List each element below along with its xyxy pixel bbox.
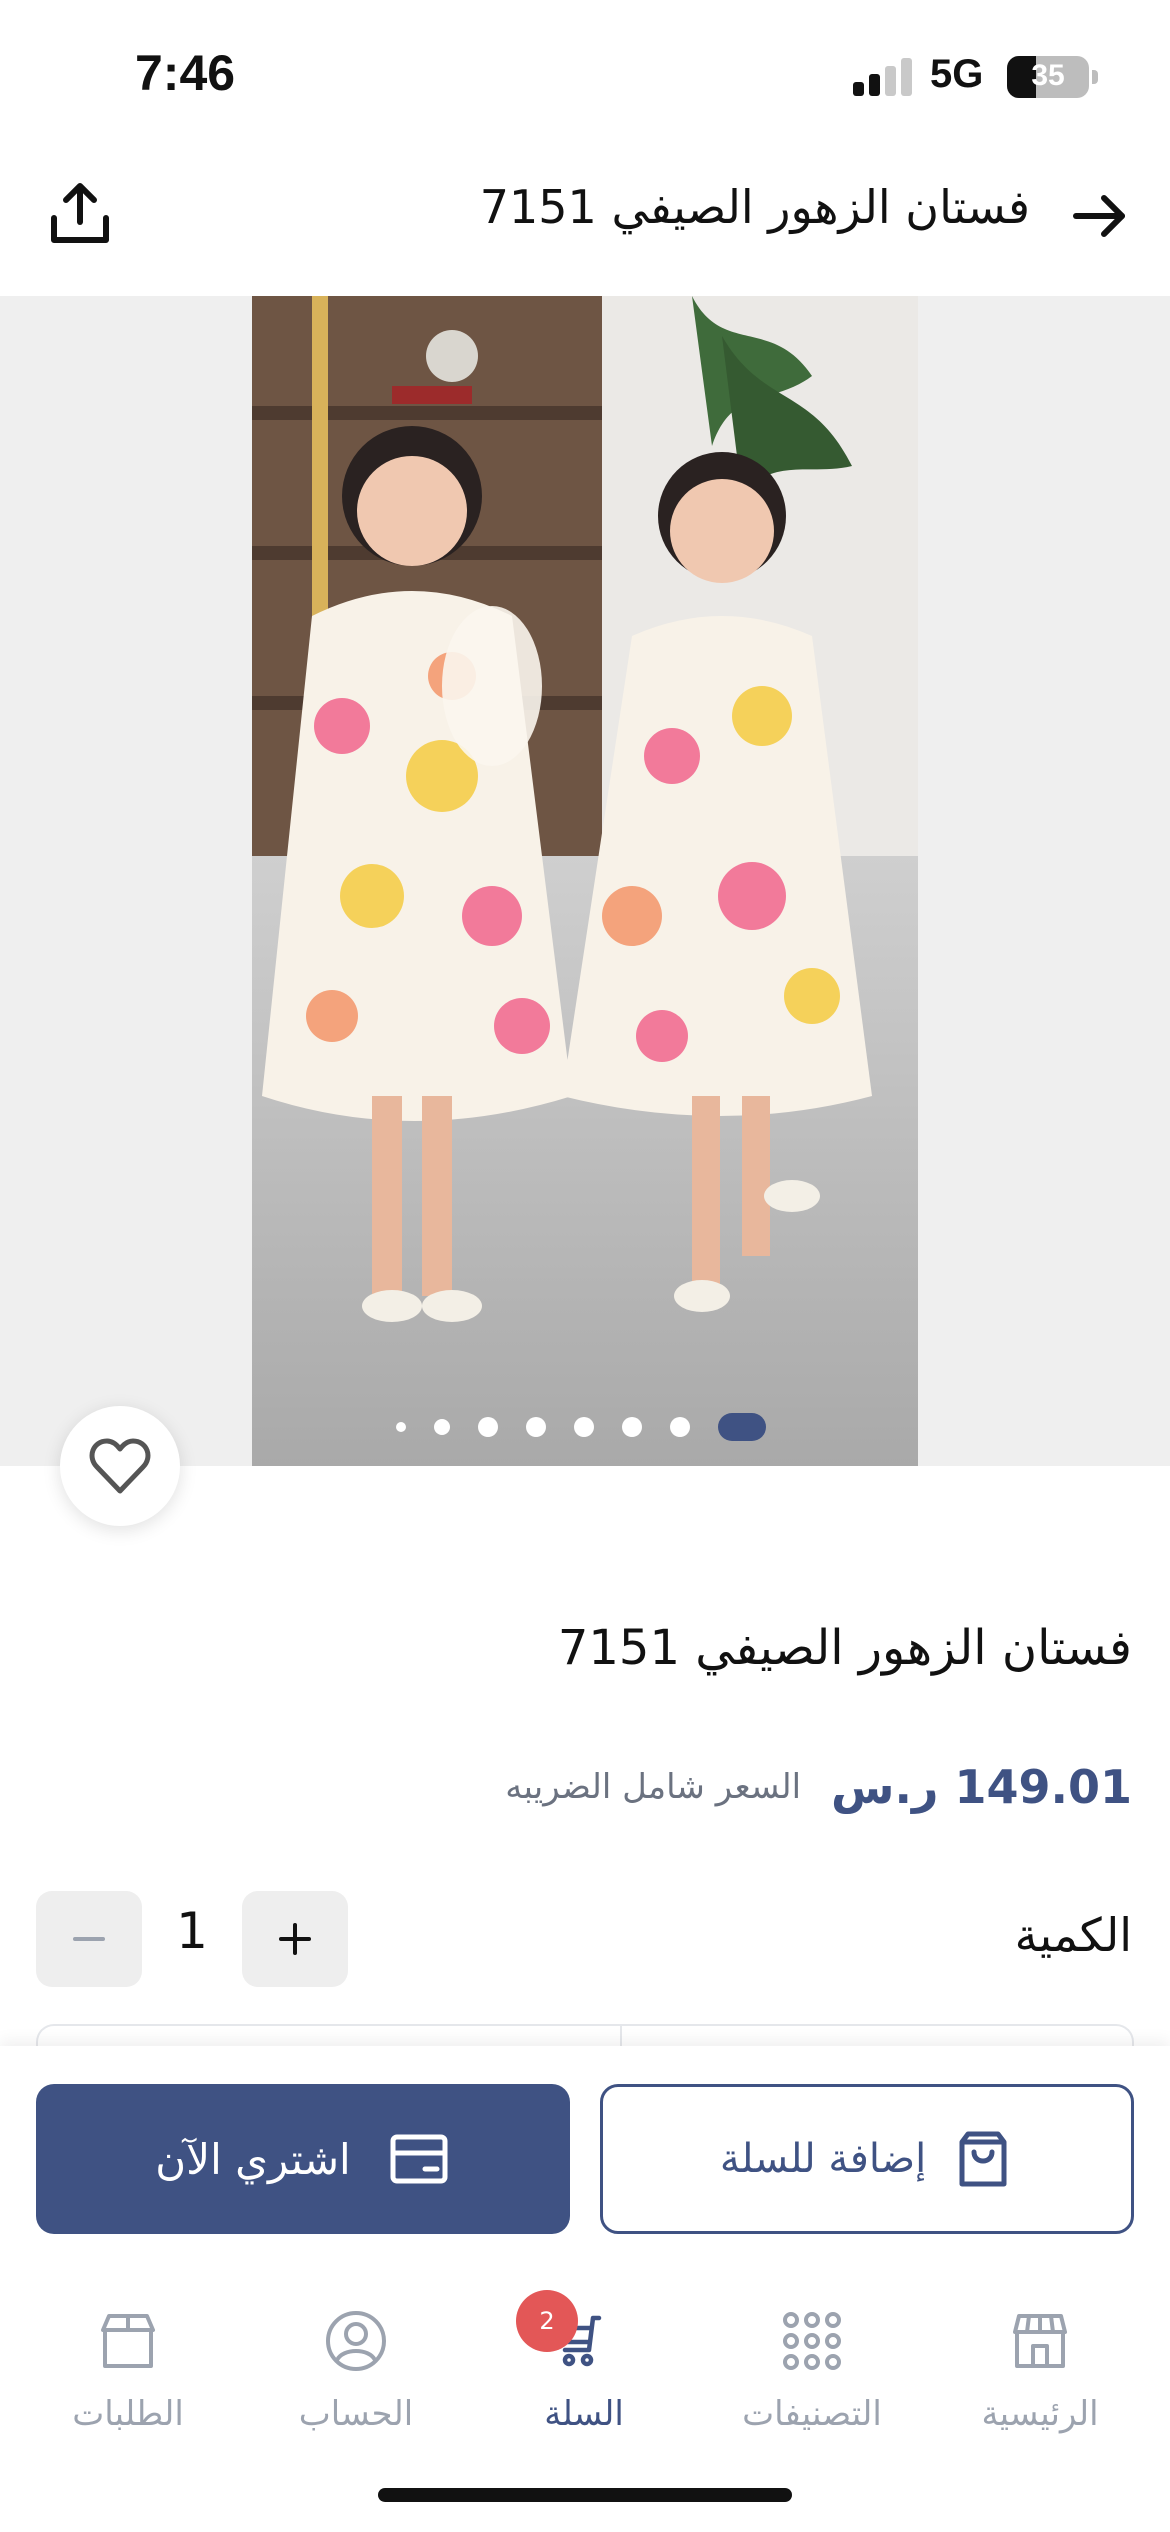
credit-card-icon [390, 2134, 448, 2184]
product-title: فستان الزهور الصيفي 7151 [557, 1620, 1132, 1676]
favorite-button[interactable] [60, 1406, 180, 1526]
product-photo[interactable] [252, 296, 918, 1466]
plus-icon [279, 1923, 311, 1955]
nav-item-home[interactable]: الرئيسية [940, 2306, 1140, 2456]
action-bar: اشتري الآن إضافة للسلة [0, 2046, 1170, 2276]
signal-icon [853, 58, 913, 96]
nav-label-orders: الطلبات [72, 2394, 184, 2434]
home-indicator [378, 2488, 792, 2502]
nav-label-categories: التصنيفات [742, 2394, 882, 2434]
pagination-dot[interactable] [574, 1417, 594, 1437]
pagination-dot[interactable] [396, 1422, 406, 1432]
arrow-right-icon [1073, 195, 1125, 237]
status-time: 7:46 [135, 45, 236, 101]
battery-icon: 35 [1007, 56, 1089, 98]
box-icon [101, 2314, 155, 2368]
pagination-dot[interactable] [478, 1417, 498, 1437]
pagination-dot[interactable] [526, 1417, 546, 1437]
price-row: 149.01 ر.س السعر شامل الضريبه [505, 1760, 1132, 1814]
cart-count-badge: 2 [516, 2290, 578, 2352]
pagination-dot-active[interactable] [718, 1413, 766, 1441]
quantity-decrease-button[interactable] [36, 1891, 142, 1987]
grid-icon [783, 2312, 841, 2370]
battery-level: 35 [1031, 59, 1065, 92]
tax-note: السعر شامل الضريبه [505, 1767, 802, 1807]
buy-now-button[interactable]: اشتري الآن [36, 2084, 570, 2234]
buy-now-label: اشتري الآن [155, 2134, 351, 2184]
share-icon [51, 183, 109, 243]
status-bar: 7:46 5G 35 [0, 0, 1170, 150]
heart-icon [89, 1438, 151, 1494]
store-icon [1013, 2314, 1067, 2368]
minus-icon [73, 1937, 105, 1941]
quantity-label: الكمية [1014, 1908, 1132, 1962]
pagination-dot[interactable] [670, 1417, 690, 1437]
nav-label-cart: السلة [544, 2394, 624, 2434]
add-to-cart-button[interactable]: إضافة للسلة [600, 2084, 1134, 2234]
nav-label-account: الحساب [298, 2394, 414, 2434]
back-button[interactable] [1060, 176, 1140, 256]
shopping-bag-icon [959, 2131, 1007, 2187]
page-title: فستان الزهور الصيفي 7151 [479, 180, 1030, 234]
quantity-increase-button[interactable] [242, 1891, 348, 1987]
product-price: 149.01 ر.س [831, 1760, 1132, 1814]
network-type: 5G [930, 52, 984, 96]
pagination-dot[interactable] [622, 1417, 642, 1437]
nav-item-categories[interactable]: التصنيفات [712, 2306, 912, 2456]
app-header: فستان الزهور الصيفي 7151 [0, 150, 1170, 296]
product-gallery[interactable] [0, 296, 1170, 1466]
quantity-value: 1 [176, 1902, 208, 1960]
nav-label-home: الرئيسية [981, 2394, 1099, 2434]
gallery-pagination [396, 1413, 788, 1441]
nav-item-cart[interactable]: السلة [484, 2306, 684, 2456]
pagination-dot[interactable] [434, 1419, 450, 1435]
share-button[interactable] [40, 174, 120, 254]
user-icon [326, 2311, 386, 2371]
nav-item-orders[interactable]: الطلبات [28, 2306, 228, 2456]
add-to-cart-label: إضافة للسلة [719, 2136, 927, 2182]
nav-item-account[interactable]: الحساب [256, 2306, 456, 2456]
